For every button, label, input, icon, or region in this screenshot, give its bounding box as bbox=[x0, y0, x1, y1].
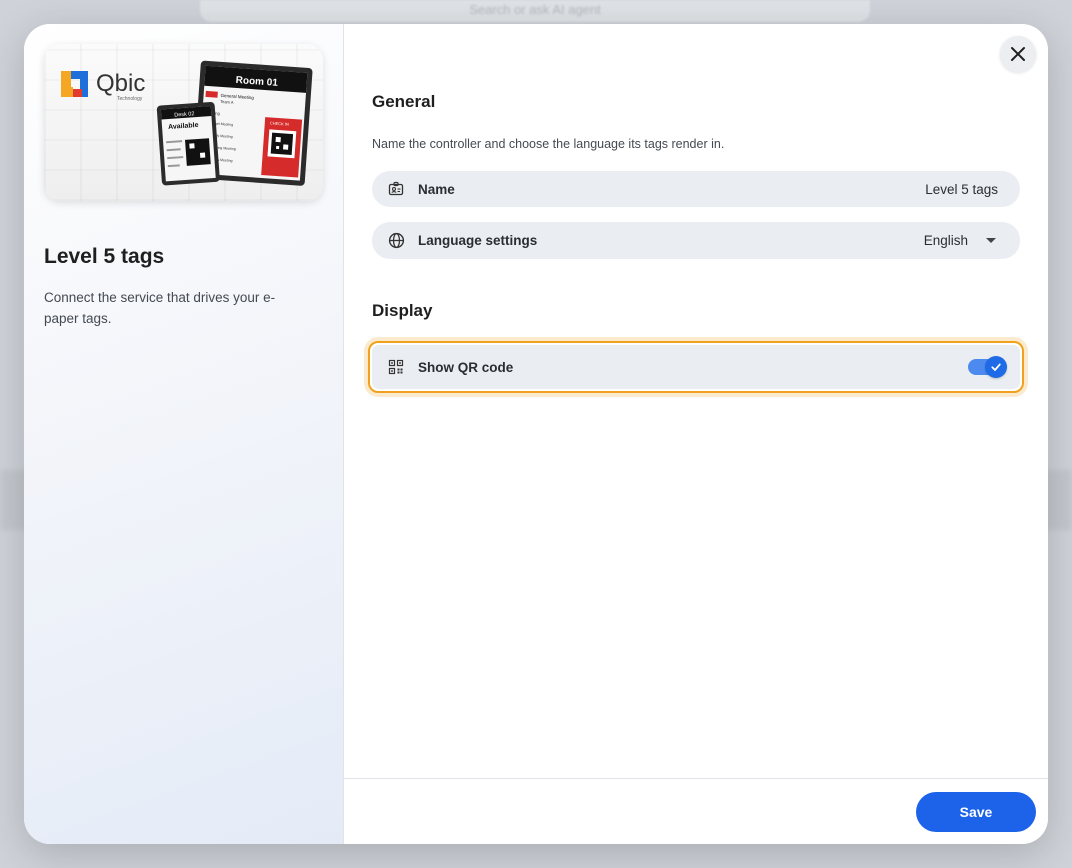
modal-footer: Save bbox=[344, 778, 1048, 844]
check-icon bbox=[991, 363, 1001, 371]
device-small: Desk 02 Available bbox=[156, 102, 220, 186]
close-icon bbox=[1011, 47, 1025, 61]
brand-text: Qbic bbox=[96, 70, 145, 97]
show-qr-row[interactable]: Show QR code bbox=[372, 345, 1020, 389]
hero-illustration: Qbic Technology Room 01 General Meeting … bbox=[61, 60, 313, 186]
qr-code-icon bbox=[386, 357, 406, 377]
globe-icon bbox=[386, 231, 406, 251]
hero-image: Qbic Technology Room 01 General Meeting … bbox=[44, 44, 323, 201]
name-label: Name bbox=[418, 181, 455, 197]
show-qr-label: Show QR code bbox=[418, 359, 514, 375]
display-section-title: Display bbox=[372, 301, 433, 320]
chevron-down-icon[interactable] bbox=[986, 238, 996, 243]
save-button[interactable]: Save bbox=[916, 792, 1036, 832]
language-label: Language settings bbox=[418, 233, 538, 248]
toggle-knob bbox=[985, 356, 1007, 378]
background-search-text: Search or ask AI agent bbox=[469, 2, 601, 17]
language-row[interactable]: Language settings English bbox=[372, 222, 1020, 259]
general-section-title: General bbox=[372, 92, 436, 111]
background-search-bar: Search or ask AI agent bbox=[200, 0, 870, 22]
integration-title: Level 5 tags bbox=[44, 245, 165, 268]
qbic-logo-icon bbox=[61, 71, 88, 97]
controller-settings-modal: Qbic Technology Room 01 General Meeting … bbox=[24, 24, 1048, 844]
integration-description: Connect the service that drives your e-p… bbox=[44, 290, 276, 326]
id-card-icon bbox=[386, 179, 406, 199]
modal-sidebar: Qbic Technology Room 01 General Meeting … bbox=[24, 24, 344, 844]
general-section-description: Name the controller and choose the langu… bbox=[372, 137, 725, 151]
name-row[interactable]: Name Level 5 tags bbox=[372, 171, 1020, 207]
modal-content: General Name the controller and choose t… bbox=[344, 24, 1048, 844]
name-value[interactable]: Level 5 tags bbox=[925, 182, 998, 197]
brand-sub-text: Technology bbox=[117, 96, 143, 102]
settings-form: General Name the controller and choose t… bbox=[368, 92, 1024, 393]
language-select-value[interactable]: English bbox=[924, 233, 968, 248]
show-qr-toggle[interactable] bbox=[968, 356, 1007, 378]
device-big-line-1: Team A bbox=[220, 99, 234, 105]
qr-row-focus-ring: Show QR code bbox=[368, 341, 1024, 393]
close-button[interactable] bbox=[1000, 36, 1036, 72]
